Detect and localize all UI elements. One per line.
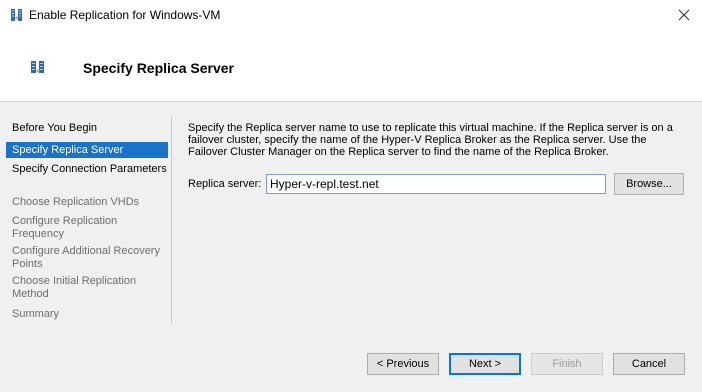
close-button[interactable] <box>670 3 698 27</box>
nav-step-configure-additional-recovery-points[interactable]: Configure Additional Recovery Points <box>6 245 168 271</box>
replica-server-label: Replica server: <box>188 178 262 190</box>
step-description: Specify the Replica server name to use t… <box>188 122 673 158</box>
replication-server-icon <box>30 59 46 75</box>
window-title: Enable Replication for Windows-VM <box>29 8 221 22</box>
cancel-button[interactable]: Cancel <box>613 353 685 375</box>
nav-step-specify-replica-server[interactable]: Specify Replica Server <box>6 142 168 158</box>
browse-button[interactable]: Browse... <box>614 173 684 195</box>
nav-step-summary[interactable]: Summary <box>6 308 168 321</box>
nav-step-choose-initial-replication-method[interactable]: Choose Initial Replication Method <box>6 275 168 301</box>
nav-step-configure-replication-frequency[interactable]: Configure Replication Frequency <box>6 215 168 241</box>
nav-step-choose-replication-vhds[interactable]: Choose Replication VHDs <box>6 196 168 209</box>
title-bar: Enable Replication for Windows-VM <box>0 0 702 31</box>
replica-server-row: Replica server: Browse... <box>188 173 688 196</box>
replica-server-input[interactable] <box>266 174 606 194</box>
previous-button[interactable]: < Previous <box>367 353 439 375</box>
wizard-footer: < Previous Next > Finish Cancel <box>0 341 702 392</box>
page-title: Specify Replica Server <box>83 60 234 76</box>
wizard-header: Specify Replica Server <box>0 31 702 101</box>
next-button[interactable]: Next > <box>449 353 521 375</box>
hyper-v-app-icon <box>10 8 24 22</box>
close-icon <box>678 9 690 21</box>
finish-button[interactable]: Finish <box>531 353 603 375</box>
nav-step-specify-connection-parameters[interactable]: Specify Connection Parameters <box>6 163 168 176</box>
nav-step-before-you-begin[interactable]: Before You Begin <box>6 122 168 135</box>
wizard-step-list: Before You Begin Specify Replica Server … <box>0 116 172 324</box>
wizard-body: Before You Begin Specify Replica Server … <box>0 101 702 341</box>
step-content: Specify the Replica server name to use t… <box>188 122 688 195</box>
